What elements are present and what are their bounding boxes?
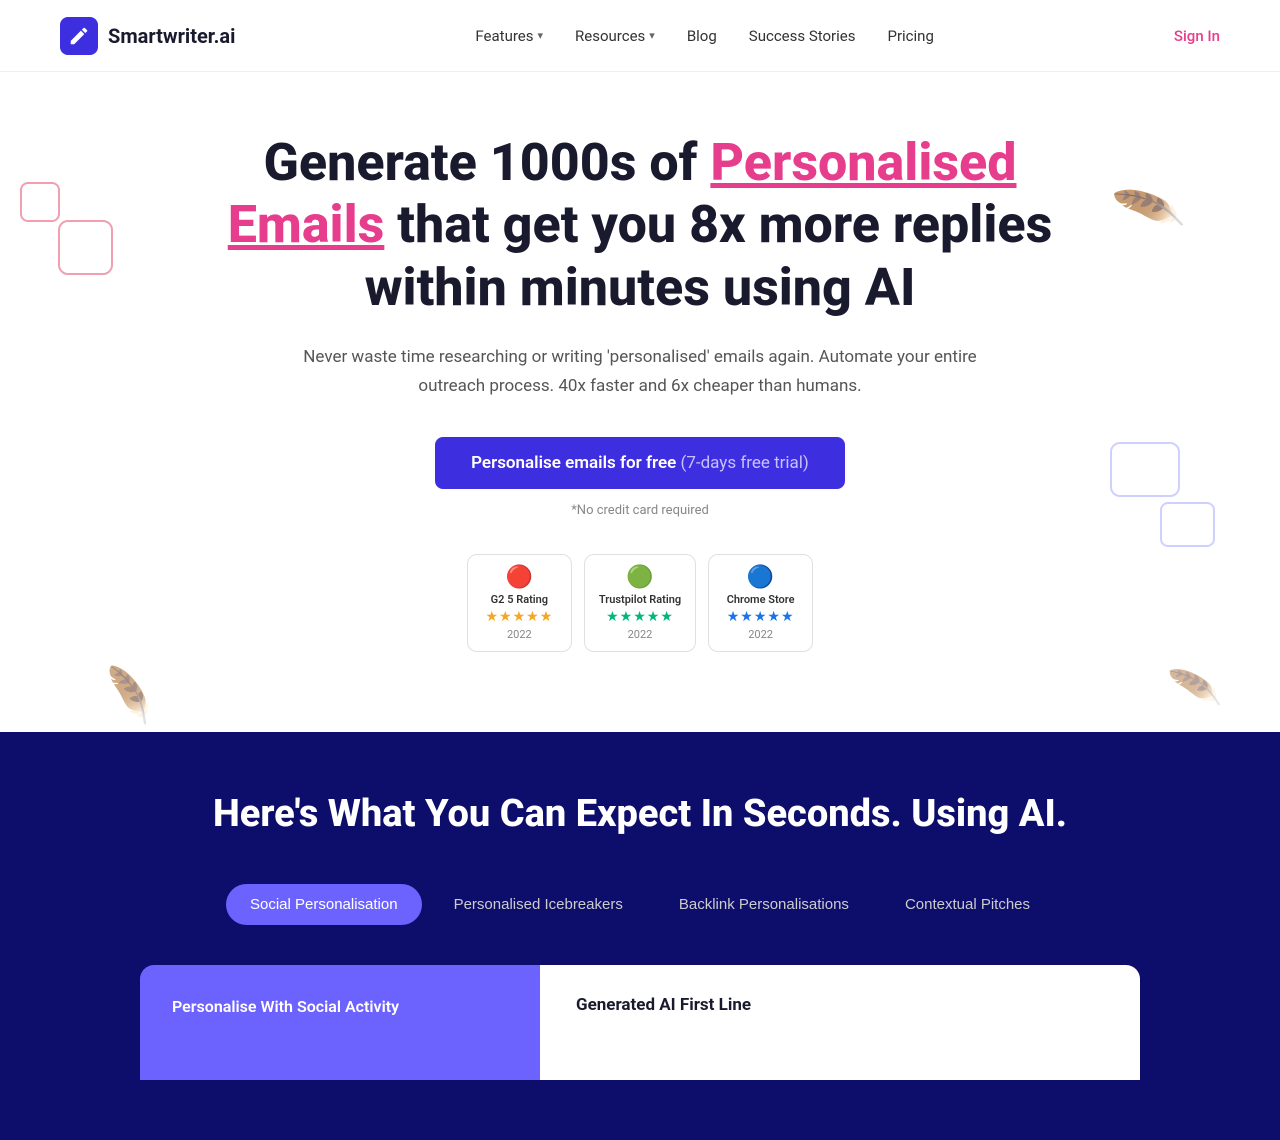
panel-right-title: Generated AI First Line (576, 995, 1104, 1015)
hero-subtext: Never waste time researching or writing … (300, 343, 980, 401)
deco-feather-bottom-left: 🪶 (94, 663, 162, 729)
panel-left: Personalise With Social Activity (140, 965, 540, 1080)
nav-links: Features ▾ Resources ▾ Blog Success Stor… (475, 27, 933, 45)
deco-box-bottom-right-outer (1110, 442, 1180, 497)
headline-part2: that get you 8x more replies within minu… (365, 194, 1053, 317)
nav-success-stories[interactable]: Success Stories (749, 27, 856, 45)
cta-trial-label: (7-days free trial) (681, 453, 809, 473)
dark-section-heading: Here's What You Can Expect In Seconds. U… (213, 792, 1067, 836)
cta-main-label: Personalise emails for free (471, 453, 676, 473)
tab-personalised-icebreakers[interactable]: Personalised Icebreakers (430, 884, 647, 925)
deco-feather-top-right: 🪶 (1110, 173, 1188, 249)
chrome-year: 2022 (748, 628, 773, 641)
logo-svg (68, 25, 90, 47)
features-chevron-icon: ▾ (537, 29, 543, 42)
tab-backlink-personalisations[interactable]: Backlink Personalisations (655, 884, 873, 925)
g2-badge: 🔴 G2 5 Rating ★★★★★ 2022 (467, 554, 572, 652)
nav-features[interactable]: Features ▾ (475, 27, 543, 45)
chrome-stars: ★★★★★ (727, 609, 795, 625)
trustpilot-year: 2022 (628, 628, 653, 641)
signin-link[interactable]: Sign In (1174, 27, 1220, 45)
logo-link[interactable]: Smartwriter.ai (60, 17, 235, 55)
deco-feather-bottom-right: 🪶 (1166, 661, 1223, 716)
resources-chevron-icon: ▾ (649, 29, 655, 42)
nav-pricing[interactable]: Pricing (887, 27, 933, 45)
hero-headline: Generate 1000s of Personalised Emails th… (190, 132, 1090, 319)
chrome-icon: 🔵 (747, 565, 774, 590)
logo-icon (60, 17, 98, 55)
trustpilot-stars: ★★★★★ (606, 609, 674, 625)
hero-section: 🪶 🪶 🪶 Generate 1000s of Personalised Ema… (0, 72, 1280, 732)
panel-right: Generated AI First Line (540, 965, 1140, 1080)
g2-stars: ★★★★★ (485, 609, 553, 625)
nav-resources[interactable]: Resources ▾ (575, 27, 655, 45)
dark-features-section: Here's What You Can Expect In Seconds. U… (0, 732, 1280, 1140)
panel-left-label: Personalise With Social Activity (172, 995, 399, 1019)
deco-box-top-left-outer (20, 182, 60, 222)
rating-badges: 🔴 G2 5 Rating ★★★★★ 2022 🟢 Trustpilot Ra… (467, 554, 813, 652)
chrome-badge: 🔵 Chrome Store ★★★★★ 2022 (708, 554, 813, 652)
g2-title: G2 5 Rating (491, 593, 548, 606)
navbar: Smartwriter.ai Features ▾ Resources ▾ Bl… (0, 0, 1280, 72)
tab-contextual-pitches[interactable]: Contextual Pitches (881, 884, 1054, 925)
trustpilot-icon: 🟢 (626, 565, 653, 590)
trustpilot-title: Trustpilot Rating (599, 593, 681, 606)
feature-tabs: Social Personalisation Personalised Iceb… (226, 884, 1054, 925)
deco-box-bottom-right-inner (1160, 502, 1215, 547)
tab-social-personalisation[interactable]: Social Personalisation (226, 884, 422, 925)
g2-icon: 🔴 (506, 565, 533, 590)
g2-year: 2022 (507, 628, 532, 641)
trustpilot-badge: 🟢 Trustpilot Rating ★★★★★ 2022 (584, 554, 696, 652)
deco-box-top-left-inner (58, 220, 113, 275)
chrome-title: Chrome Store (727, 593, 795, 606)
headline-part1: Generate 1000s of (263, 132, 710, 193)
no-credit-card-text: *No credit card required (571, 503, 709, 518)
logo-text: Smartwriter.ai (108, 24, 235, 48)
hero-cta-button[interactable]: Personalise emails for free (7-days free… (435, 437, 845, 489)
feature-panel: Personalise With Social Activity Generat… (140, 965, 1140, 1080)
nav-blog[interactable]: Blog (687, 27, 717, 45)
